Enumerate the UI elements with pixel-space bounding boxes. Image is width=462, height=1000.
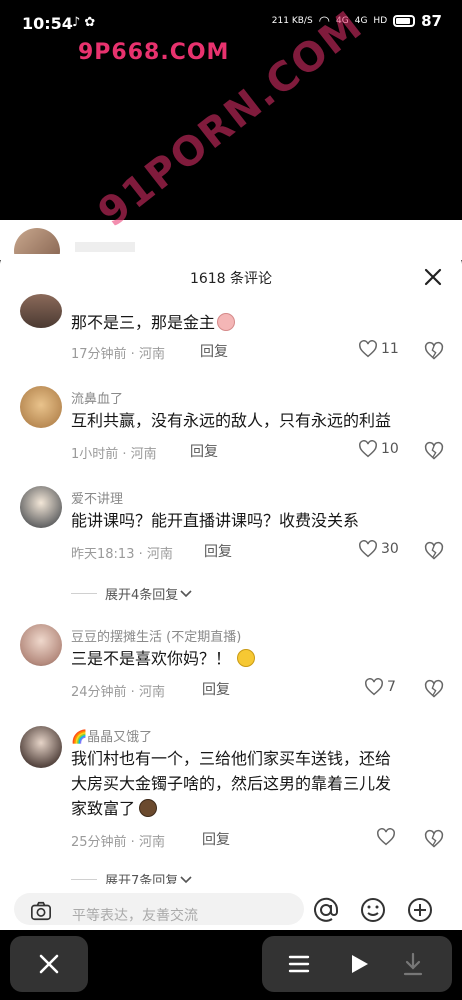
money-face-emoji [139, 799, 158, 817]
comment-username[interactable]: 🌈晶晶又饿了 [71, 726, 152, 745]
status-bar: 10:54 ♪ ✿ 211 KB/S ◠ 4G 4G HD 87 [0, 0, 462, 44]
watermark-top: 9P668.COM [78, 40, 230, 65]
comment-time-location: 昨天18:13 · 河南 [71, 547, 173, 562]
comment-username[interactable]: 豆豆的摆摊生活 (不定期直播) [71, 626, 241, 645]
comment-text: 能讲课吗？能开直播讲课吗？收费没关系 [71, 511, 360, 530]
broken-heart-icon[interactable] [424, 829, 444, 849]
comment-item: 豆豆的摆摊生活 (不定期直播) 三是不是喜欢你妈？！ 24分钟前 · 河南 回复… [0, 620, 462, 710]
like-count: 11 [381, 341, 399, 357]
like-count: 30 [381, 541, 399, 557]
comment-text-line-3: 家致富了 [71, 796, 443, 821]
heart-icon [359, 440, 377, 458]
chevron-down-icon [180, 589, 192, 597]
comment-item: 流鼻血了 互利共赢，没有永远的敌人，只有永远的利益 1小时前 · 河南 回复 1… [0, 382, 462, 472]
network-speed: 211 KB/S [271, 16, 313, 26]
comment-time-location: 1小时前 · 河南 [71, 447, 157, 462]
expand-replies-button[interactable]: 展开4条回复 [71, 584, 192, 603]
camera-icon[interactable] [30, 900, 52, 922]
comment-item: 🌈晶晶又饿了 我们村也有一个，三给他们家买车送钱，还给 大房买大金镯子啥的，然后… [0, 722, 462, 862]
like-count: 7 [387, 679, 396, 695]
broken-heart-icon[interactable] [424, 541, 444, 561]
comment-text-line-1: 我们村也有一个，三给他们家买车送钱，还给 [71, 749, 392, 768]
like-button[interactable]: 30 [358, 540, 399, 558]
download-icon[interactable] [402, 952, 424, 976]
comment-input-bar: 平等表达，友善交流 [0, 884, 462, 932]
comment-input-placeholder: 平等表达，友善交流 [72, 908, 198, 924]
comment-item: 那不是三，那是金主 17分钟前 · 河南 回复 11 [0, 284, 462, 364]
chevron-down-icon [180, 875, 192, 883]
heart-icon [359, 540, 377, 558]
reply-button[interactable]: 回复 [204, 541, 232, 561]
comments-sheet: 1618 条评论 那不是三，那是金主 17分钟前 · 河南 回复 11 流鼻血了… [0, 254, 462, 914]
like-button[interactable]: 11 [358, 340, 399, 358]
comment-username[interactable]: 爱不讲理 [71, 488, 123, 507]
battery-percent: 87 [421, 12, 442, 30]
comment-text: 互利共赢，没有永远的敌人，只有永远的利益 [71, 411, 392, 430]
menu-icon[interactable] [288, 953, 310, 975]
avatar[interactable] [20, 624, 62, 666]
status-time: 10:54 [22, 14, 73, 33]
pig-face-emoji [217, 313, 236, 331]
avatar[interactable] [20, 726, 62, 768]
comment-item: 爱不讲理 能讲课吗？能开直播讲课吗？收费没关系 昨天18:13 · 河南 回复 … [0, 482, 462, 572]
play-icon[interactable] [348, 953, 370, 975]
divider [71, 593, 97, 594]
bottom-control-bar [0, 930, 462, 1000]
heart-icon [359, 340, 377, 358]
reply-button[interactable]: 回复 [202, 829, 230, 849]
like-button[interactable]: 7 [364, 678, 396, 696]
reply-button[interactable]: 回复 [200, 341, 228, 361]
heart-icon [365, 678, 383, 696]
notification-icons: ♪ ✿ [72, 15, 96, 30]
comment-text-line-2: 大房买大金镯子啥的，然后这男的靠着三儿发 [71, 774, 392, 793]
like-button[interactable] [376, 828, 399, 846]
broken-heart-icon[interactable] [424, 341, 444, 361]
avatar[interactable] [20, 294, 62, 328]
hd-badge: HD [373, 16, 388, 26]
expand-replies-label: 展开4条回复 [105, 588, 179, 603]
close-button[interactable] [10, 936, 88, 992]
heart-icon [377, 828, 395, 846]
smile-icon[interactable] [359, 896, 387, 924]
broken-heart-icon[interactable] [424, 679, 444, 699]
comment-text: 三是不是喜欢你妈？！ [71, 646, 443, 671]
comment-time-location: 25分钟前 · 河南 [71, 835, 165, 850]
plus-icon[interactable] [406, 896, 434, 924]
reply-button[interactable]: 回复 [202, 679, 230, 699]
broken-heart-icon[interactable] [424, 441, 444, 461]
close-icon [39, 954, 59, 974]
like-button[interactable]: 10 [358, 440, 399, 458]
comment-text: 那不是三，那是金主 [71, 310, 443, 335]
reply-button[interactable]: 回复 [190, 441, 218, 461]
rofl-face-emoji [237, 649, 256, 667]
background-text-placeholder [75, 242, 135, 252]
comment-time-location: 24分钟前 · 河南 [71, 685, 165, 700]
divider [71, 879, 97, 880]
like-count: 10 [381, 441, 399, 457]
player-controls [262, 936, 452, 992]
avatar[interactable] [20, 486, 62, 528]
at-icon[interactable] [312, 896, 340, 924]
avatar[interactable] [20, 386, 62, 428]
comment-time-location: 17分钟前 · 河南 [71, 347, 165, 362]
comment-username[interactable]: 流鼻血了 [71, 388, 123, 407]
battery-icon [393, 15, 416, 27]
